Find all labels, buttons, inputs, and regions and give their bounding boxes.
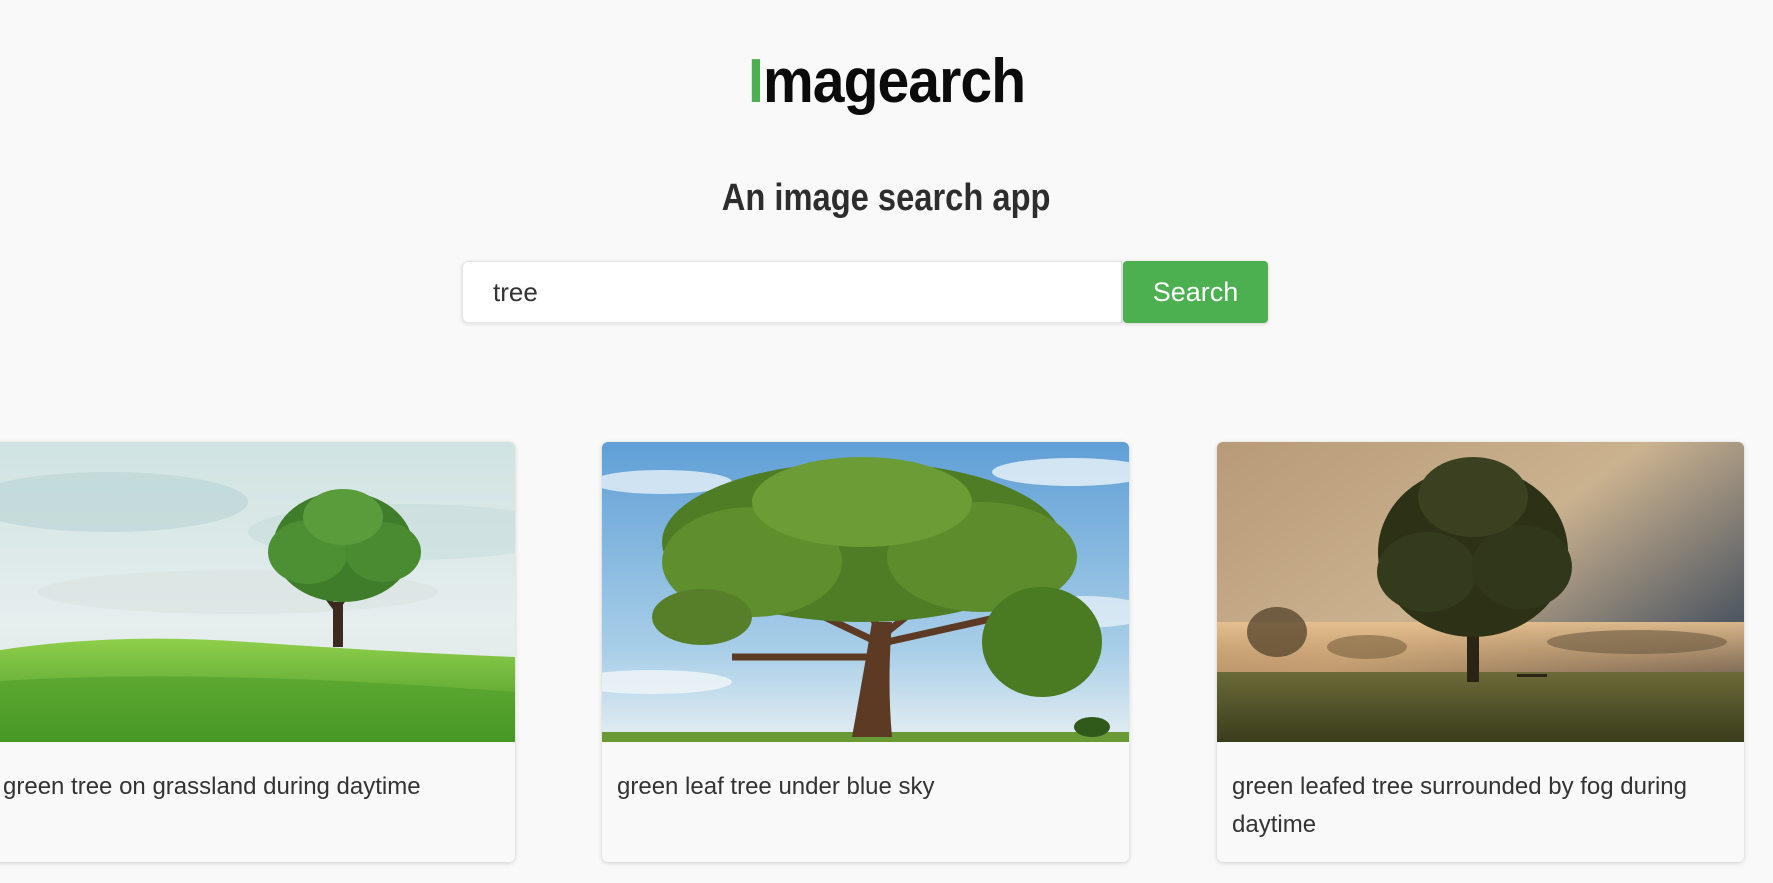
- tagline-text: An image search app: [722, 177, 1051, 219]
- page: Imagearch An image search app Search: [0, 0, 1773, 883]
- result-card[interactable]: green leaf tree under blue sky: [602, 442, 1129, 862]
- result-image[interactable]: [0, 442, 515, 742]
- logo-rest: magearch: [762, 47, 1026, 116]
- logo-first-letter: I: [747, 47, 764, 116]
- search-input[interactable]: [462, 261, 1122, 323]
- result-card[interactable]: green leafed tree surrounded by fog duri…: [1217, 442, 1744, 862]
- tagline: An image search app: [0, 174, 1773, 222]
- app-logo: Imagearch: [0, 46, 1773, 118]
- search-button[interactable]: Search: [1123, 261, 1268, 323]
- result-image[interactable]: [602, 442, 1129, 742]
- result-card[interactable]: green tree on grassland during daytime: [0, 442, 515, 862]
- result-caption: green leaf tree under blue sky: [617, 773, 935, 800]
- result-caption: green tree on grassland during daytime: [3, 773, 421, 800]
- result-caption: green leafed tree surrounded by fog duri…: [1232, 773, 1687, 838]
- result-image[interactable]: [1217, 442, 1744, 742]
